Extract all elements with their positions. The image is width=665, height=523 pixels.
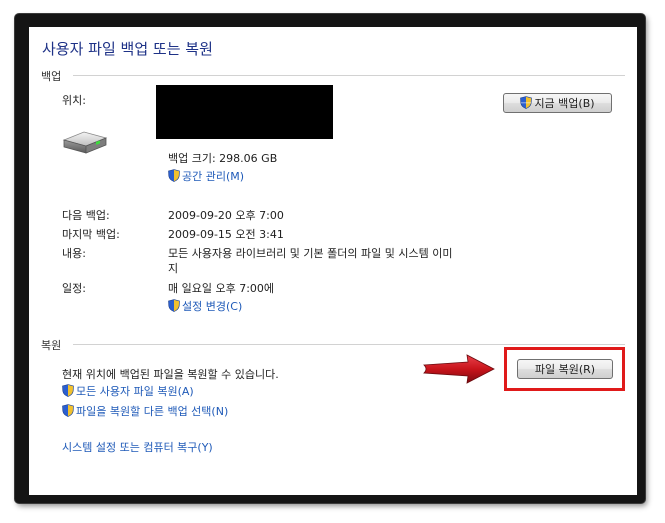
hard-drive-icon: [62, 131, 108, 154]
shield-icon: [62, 404, 74, 417]
manage-space-link[interactable]: 공간 관리(M): [168, 168, 244, 184]
restore-section-label: 복원: [41, 339, 62, 352]
select-other-backup-link[interactable]: 파일을 복원할 다른 백업 선택(N): [62, 403, 228, 419]
contents-value-line1: 모든 사용자용 라이브러리 및 기본 폴더의 파일 및 시스템 이미: [168, 247, 453, 260]
backup-section-divider: [73, 75, 625, 76]
backup-size-text: 백업 크기: 298.06 GB: [168, 152, 278, 165]
contents-value-line2: 지: [168, 262, 179, 275]
backup-now-button[interactable]: 지금 백업(B): [503, 93, 612, 113]
restore-section-divider: [73, 344, 625, 345]
change-settings-label: 설정 변경(C): [182, 300, 243, 313]
last-backup-label: 마지막 백업:: [62, 228, 120, 241]
last-backup-value: 2009-09-15 오전 3:41: [168, 228, 284, 241]
shield-icon: [62, 384, 74, 397]
restore-all-users-link[interactable]: 모든 사용자 파일 복원(A): [62, 383, 194, 399]
red-arrow-icon: [423, 354, 495, 384]
next-backup-label: 다음 백업:: [62, 209, 110, 222]
schedule-label: 일정:: [62, 282, 86, 295]
manage-space-label: 공간 관리(M): [182, 170, 245, 183]
shield-icon: [168, 169, 180, 182]
contents-label: 내용:: [62, 247, 86, 260]
recover-system-link[interactable]: 시스템 설정 또는 컴퓨터 복구(Y): [62, 439, 213, 455]
location-label: 위치:: [62, 94, 86, 107]
backup-restore-panel: 사용자 파일 백업 또는 복원 백업 위치: 지금 백업(B) 백업 크기: 2…: [29, 27, 637, 495]
next-backup-value: 2009-09-20 오후 7:00: [168, 209, 284, 222]
page-title: 사용자 파일 백업 또는 복원: [42, 40, 213, 58]
restore-files-button[interactable]: 파일 복원(R): [517, 359, 613, 379]
change-settings-link[interactable]: 설정 변경(C): [168, 298, 242, 314]
restore-description: 현재 위치에 백업된 파일을 복원할 수 있습니다.: [62, 368, 279, 381]
select-other-backup-label: 파일을 복원할 다른 백업 선택(N): [76, 405, 229, 418]
restore-files-label: 파일 복원(R): [534, 363, 596, 376]
backup-section-label: 백업: [41, 70, 62, 83]
shield-icon: [520, 96, 533, 109]
restore-all-users-label: 모든 사용자 파일 복원(A): [76, 385, 194, 398]
shield-icon: [168, 299, 180, 312]
backup-now-label: 지금 백업(B): [534, 97, 595, 110]
schedule-value: 매 일요일 오후 7:00에: [168, 282, 275, 295]
redacted-location-value: [156, 85, 333, 139]
